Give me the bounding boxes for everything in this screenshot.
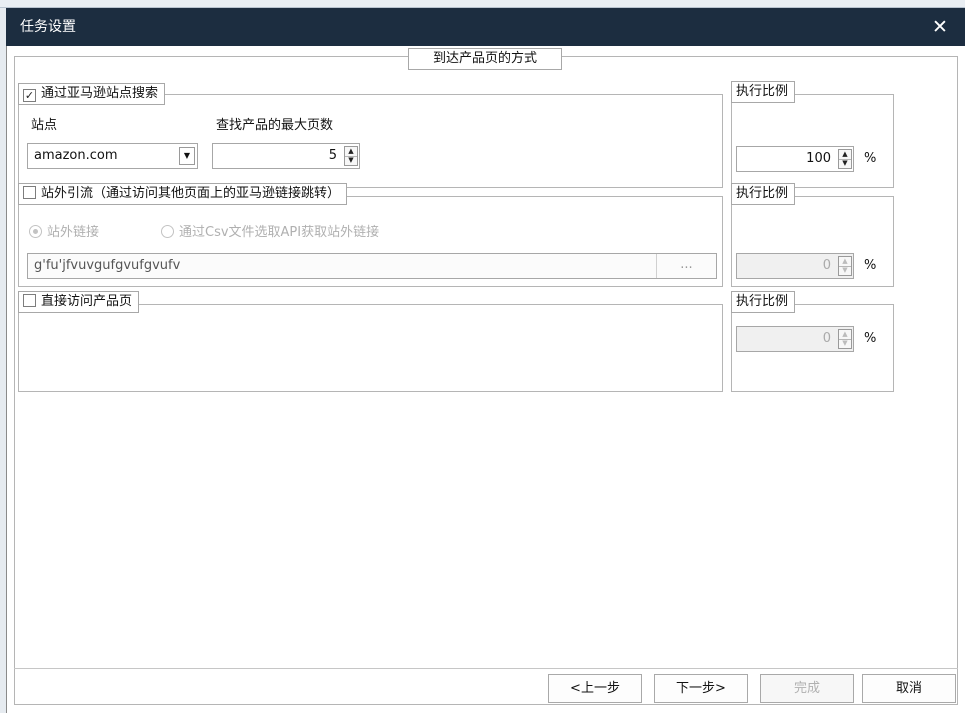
offsite-link-field[interactable]: g'fu'jfvuvgufgvufgvufv (27, 253, 717, 279)
max-pages-label: 查找产品的最大页数 (216, 118, 334, 133)
radio-icon[interactable] (161, 225, 174, 238)
max-pages-value: 5 (328, 148, 337, 163)
cancel-button[interactable]: 取消 (862, 674, 956, 703)
search-ratio-stepper[interactable]: 100 ▲ ▼ (736, 146, 854, 172)
radio-csv-api[interactable]: 通过Csv文件选取API获取站外链接 (161, 221, 379, 240)
offsite-checkbox[interactable] (23, 186, 36, 199)
prev-button[interactable]: <上一步 (548, 674, 642, 703)
search-ratio-legend: 执行比例 (731, 81, 796, 103)
direct-checkbox[interactable] (23, 294, 36, 307)
offsite-ratio-stepper[interactable]: 0 ▲ ▼ (736, 253, 854, 279)
radio-icon[interactable] (29, 225, 42, 238)
spin-down-icon[interactable]: ▼ (345, 156, 357, 165)
site-dropdown[interactable]: amazon.com ▼ (27, 143, 198, 169)
search-ratio-group (731, 94, 894, 188)
offsite-ratio-legend: 执行比例 (731, 183, 796, 205)
offsite-ratio-spin[interactable]: ▲ ▼ (838, 256, 852, 276)
direct-ratio-spin[interactable]: ▲ ▼ (838, 329, 852, 349)
dialog-title: 任务设置 (20, 19, 76, 35)
offsite-ratio-value: 0 (822, 258, 831, 273)
search-ratio-spin[interactable]: ▲ ▼ (838, 149, 852, 169)
search-ratio-value: 100 (806, 151, 831, 166)
offsite-ratio-unit: % (864, 258, 877, 273)
footer-divider (14, 668, 958, 669)
offsite-legend-label: 站外引流（通过访问其他页面上的亚马逊链接跳转） (41, 186, 341, 201)
direct-legend[interactable]: 直接访问产品页 (18, 291, 140, 313)
max-pages-stepper[interactable]: 5 ▲ ▼ (212, 143, 360, 169)
direct-ratio-legend: 执行比例 (731, 291, 796, 313)
site-dropdown-value: amazon.com (34, 148, 118, 163)
chevron-down-icon[interactable]: ▼ (179, 147, 195, 165)
next-button[interactable]: 下一步> (654, 674, 748, 703)
spin-down-icon[interactable]: ▼ (839, 159, 851, 168)
arrival-method-legend: 到达产品页的方式 (408, 48, 562, 70)
spin-down-icon[interactable]: ▼ (839, 266, 851, 275)
direct-ratio-stepper[interactable]: 0 ▲ ▼ (736, 326, 854, 352)
close-icon[interactable]: ✕ (932, 16, 948, 38)
search-checkbox[interactable]: ✓ (23, 89, 36, 102)
finish-button[interactable]: 完成 (760, 674, 854, 703)
background-app-strip (0, 0, 965, 8)
dialog-titlebar[interactable] (6, 8, 965, 46)
radio-offsite-links-label: 站外链接 (47, 225, 100, 240)
search-legend[interactable]: ✓ 通过亚马逊站点搜索 (18, 83, 166, 105)
direct-ratio-unit: % (864, 331, 877, 346)
direct-legend-label: 直接访问产品页 (41, 294, 133, 309)
site-label: 站点 (31, 118, 58, 133)
search-ratio-unit: % (864, 151, 877, 166)
radio-offsite-links[interactable]: 站外链接 (29, 221, 99, 240)
offsite-legend[interactable]: 站外引流（通过访问其他页面上的亚马逊链接跳转） (18, 183, 348, 205)
spin-down-icon[interactable]: ▼ (839, 339, 851, 348)
browse-button[interactable]: ... (656, 254, 716, 278)
radio-csv-api-label: 通过Csv文件选取API获取站外链接 (179, 225, 380, 240)
search-legend-label: 通过亚马逊站点搜索 (41, 86, 159, 101)
offsite-link-value: g'fu'jfvuvgufgvufgvufv (34, 258, 181, 273)
search-group (18, 94, 723, 188)
direct-ratio-value: 0 (822, 331, 831, 346)
direct-group (18, 304, 723, 392)
max-pages-spin[interactable]: ▲ ▼ (344, 146, 358, 166)
